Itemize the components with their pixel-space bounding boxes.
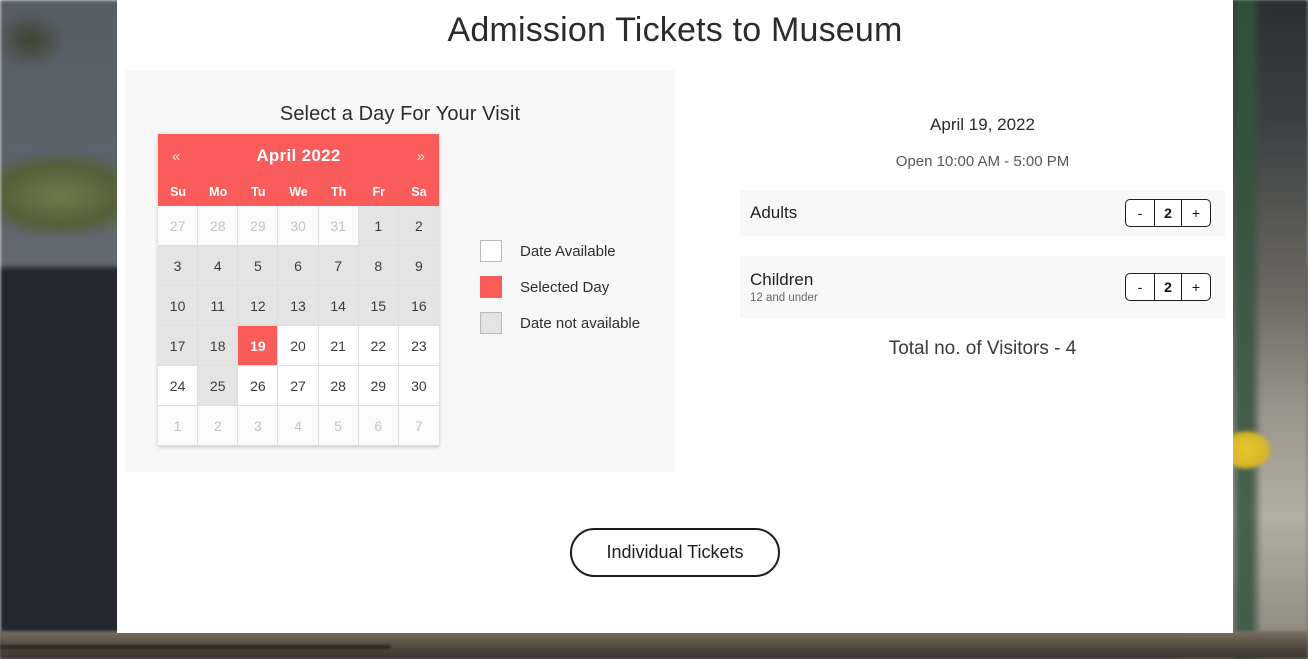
background-rail (0, 645, 390, 649)
legend-item: Date not available (480, 312, 640, 334)
calendar-day-cell[interactable]: 6 (278, 246, 319, 286)
calendar-day-cell: 3 (238, 406, 279, 446)
calendar-day-cell: 30 (278, 206, 319, 246)
calendar-header: « April 2022 » Su Mo Tu We Th Fr Sa (158, 134, 439, 206)
individual-tickets-button[interactable]: Individual Tickets (570, 528, 780, 577)
calendar-day-cell[interactable]: 2 (398, 206, 439, 246)
increment-button[interactable]: + (1182, 274, 1210, 300)
ticket-rows: Adults -2 + Children 12 and under -2 + (740, 190, 1225, 318)
calendar-day-grid[interactable]: 27 28 29 30 31 1 2 3 4 5 6 7 8 9 10 11 12 13 14 15 16 17 18 19 2… (158, 206, 439, 446)
increment-button[interactable]: + (1182, 200, 1210, 226)
legend-swatch-selected (480, 276, 502, 298)
ticket-label-group: Children 12 and under (750, 269, 1125, 306)
calendar-day-cell: 29 (238, 206, 279, 246)
calendar-widget[interactable]: « April 2022 » Su Mo Tu We Th Fr Sa 27 28 29 30 31… (158, 134, 439, 446)
calendar-day-cell[interactable]: 23 (398, 326, 439, 366)
calendar-day-cell[interactable]: 28 (318, 366, 359, 406)
decrement-button[interactable]: - (1126, 274, 1154, 300)
calendar-day-cell[interactable]: 5 (238, 246, 279, 286)
calendar-day-cell[interactable]: 18 (198, 326, 239, 366)
calendar-nav: « April 2022 » (158, 134, 439, 178)
open-hours-label: Open 10:00 AM - 5:00 PM (895, 153, 1070, 170)
calendar-panel: Select a Day For Your Visit « April 2022… (125, 70, 675, 472)
calendar-day-cell[interactable]: 27 (278, 366, 319, 406)
calendar-day-cell[interactable]: 1 (358, 206, 399, 246)
calendar-day-cell[interactable]: 17 (158, 326, 199, 366)
quantity-value: 2 (1154, 200, 1182, 226)
calendar-day-cell[interactable]: 24 (158, 366, 199, 406)
decrement-button[interactable]: - (1126, 200, 1154, 226)
calendar-day-cell[interactable]: 10 (158, 286, 199, 326)
calendar-day-cell[interactable]: 30 (398, 366, 439, 406)
calendar-day-cell: 5 (318, 406, 359, 446)
selected-date-label: April 19, 2022 (930, 115, 1035, 134)
calendar-day-cell: 4 (278, 406, 319, 446)
calendar-day-cell[interactable]: 20 (278, 326, 319, 366)
calendar-month-title: April 2022 (256, 146, 341, 165)
calendar-dow-th: Th (330, 185, 347, 199)
content-card: Admission Tickets to Museum Select a Day… (117, 0, 1233, 633)
calendar-day-cell[interactable]: 4 (198, 246, 239, 286)
next-month-icon[interactable]: » (403, 149, 425, 164)
legend-label: Date not available (520, 314, 641, 332)
calendar-day-cell[interactable]: 9 (398, 246, 439, 286)
footer-actions: Individual Tickets (117, 528, 1233, 577)
legend-item: Selected Day (480, 276, 640, 298)
calendar-day-cell[interactable]: 11 (198, 286, 239, 326)
legend-item: Date Available (480, 240, 640, 262)
calendar-day-headers: Su Mo Tu We Th Fr Sa (158, 178, 439, 206)
calendar-day-cell[interactable]: 14 (318, 286, 359, 326)
calendar-dow-su: Su (170, 185, 187, 199)
calendar-day-cell[interactable]: 22 (358, 326, 399, 366)
calendar-dow-tu: Tu (251, 185, 266, 199)
calendar-day-cell: 6 (358, 406, 399, 446)
legend-swatch-notavail (480, 312, 502, 334)
ticket-type-label: Children (750, 269, 814, 289)
calendar-dow-sa: Sa (411, 185, 427, 199)
calendar-day-cell[interactable]: 21 (318, 326, 359, 366)
calendar-day-cell[interactable]: 13 (278, 286, 319, 326)
legend-swatch-avail (480, 240, 502, 262)
calendar-day-cell[interactable]: 26 (238, 366, 279, 406)
calendar-day-cell[interactable]: 19 (238, 326, 279, 366)
calendar-legend: Date Available Selected Day Date not avail… (480, 240, 640, 348)
calendar-dow-we: We (289, 185, 308, 199)
calendar-day-cell[interactable]: 12 (238, 286, 279, 326)
calendar-dow-fr: Fr (372, 185, 386, 199)
legend-label: Date Available (520, 242, 616, 260)
calendar-day-cell[interactable]: 29 (358, 366, 399, 406)
booking-body: Select a Day For Your Visit « April 2022… (117, 70, 1233, 476)
calendar-day-cell: 27 (158, 206, 199, 246)
calendar-day-cell[interactable]: 8 (358, 246, 399, 286)
calendar-heading: Select a Day For Your Visit (279, 103, 521, 125)
quantity-value: 2 (1154, 274, 1182, 300)
calendar-day-cell: 7 (398, 406, 439, 446)
calendar-day-cell[interactable]: 16 (398, 286, 439, 326)
calendar-dow-mo: Mo (209, 185, 228, 199)
previous-month-icon[interactable]: « (172, 149, 194, 164)
total-visitors-label: Total no. of Visitors - 4 (888, 338, 1077, 359)
legend-label: Selected Day (520, 278, 610, 296)
ticket-row: Children 12 and under -2 + (740, 256, 1225, 318)
ticket-label-group: Adults (750, 202, 1125, 224)
calendar-day-cell[interactable]: 7 (318, 246, 359, 286)
ticket-panel: April 19, 2022 Open 10:00 AM - 5:00 PM A… (740, 70, 1225, 360)
quantity-stepper[interactable]: -2 + (1125, 273, 1211, 301)
calendar-day-cell: 1 (158, 406, 199, 446)
ticket-type-sublabel: 12 and under (750, 291, 818, 304)
quantity-stepper[interactable]: -2 + (1125, 199, 1211, 227)
ticket-row: Adults -2 + (740, 190, 1225, 236)
calendar-day-cell[interactable]: 15 (358, 286, 399, 326)
ticket-type-label: Adults (750, 203, 798, 222)
calendar-day-cell: 31 (318, 206, 359, 246)
calendar-day-cell: 2 (198, 406, 239, 446)
page-title: Admission Tickets to Museum (447, 11, 903, 49)
calendar-day-cell[interactable]: 3 (158, 246, 199, 286)
calendar-day-cell: 28 (198, 206, 239, 246)
calendar-day-cell[interactable]: 25 (198, 366, 239, 406)
